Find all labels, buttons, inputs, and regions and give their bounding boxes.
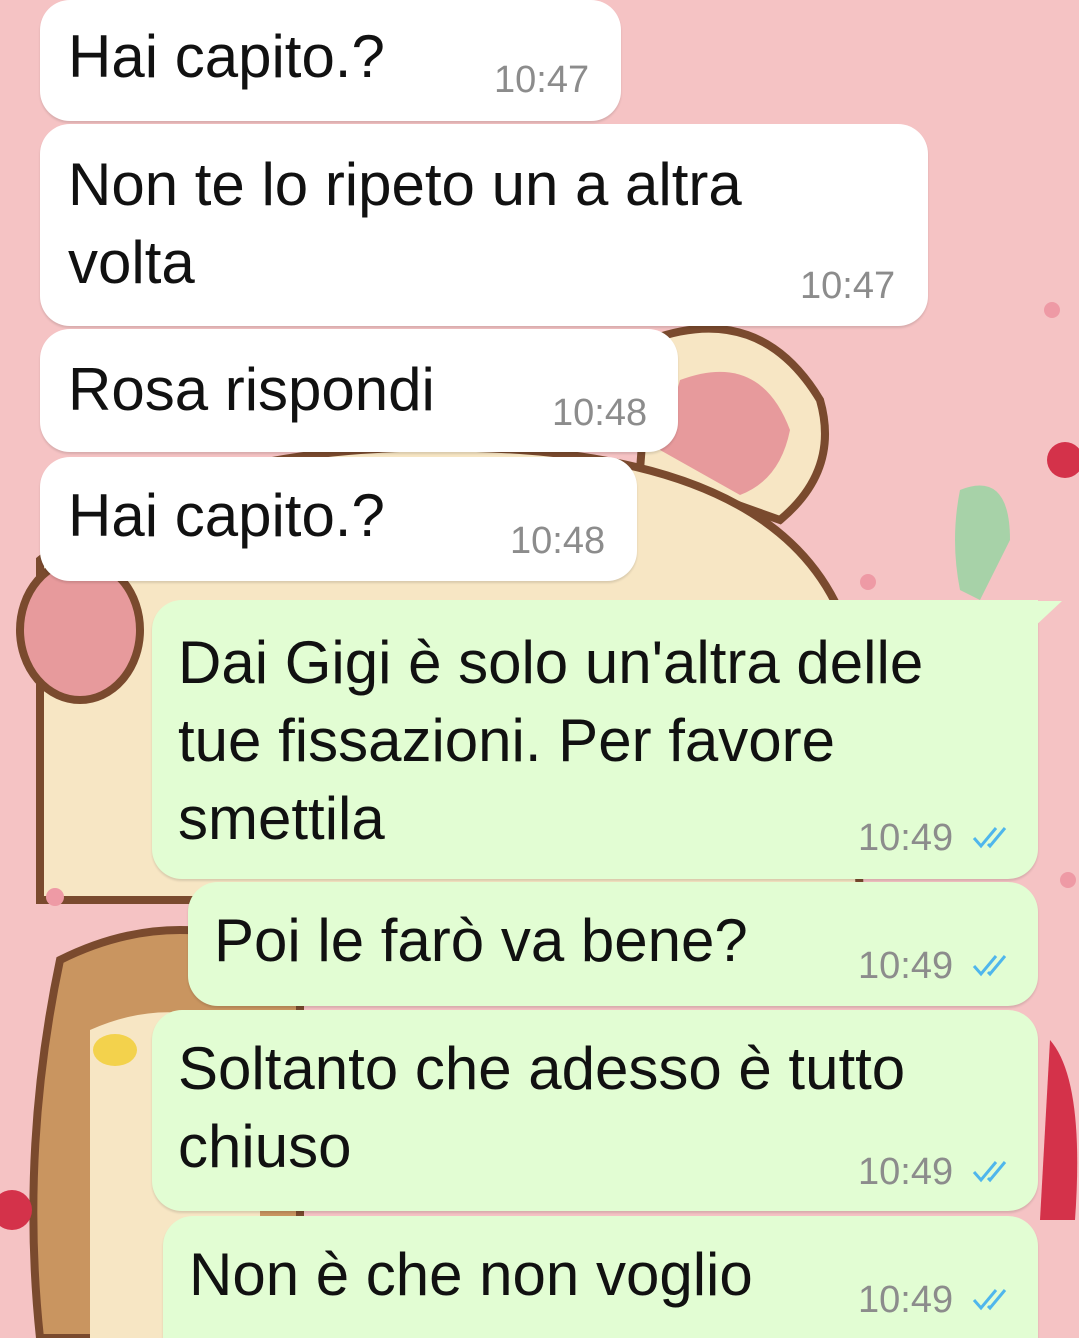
message-timestamp: 10:47	[800, 265, 896, 307]
incoming-message-bubble[interactable]: Rosa rispondi 10:48	[40, 329, 678, 452]
yellow-beak-shape	[93, 1034, 137, 1066]
message-timestamp: 10:47	[494, 59, 590, 101]
incoming-message-bubble[interactable]: Hai capito.? 10:48	[40, 457, 637, 581]
bear-cheek-shape	[16, 556, 144, 704]
read-receipt-icon	[972, 827, 1007, 849]
decor-dot	[1044, 302, 1060, 318]
outgoing-message-bubble[interactable]: Soltanto che adesso è tutto chiuso 10:49	[152, 1010, 1038, 1211]
incoming-message-bubble[interactable]: Non te lo ripeto un a altra volta 10:47	[40, 124, 928, 326]
message-text: Rosa rispondi	[68, 356, 435, 423]
incoming-message-bubble[interactable]: Hai capito.? 10:47	[40, 0, 621, 121]
message-text: Hai capito.?	[68, 23, 385, 90]
message-timestamp: 10:49	[858, 945, 954, 987]
message-text: Non te lo ripeto un a altra volta	[68, 151, 742, 296]
message-timestamp: 10:48	[510, 520, 606, 562]
bubble-tail-shape	[1036, 601, 1062, 626]
message-text: Hai capito.?	[68, 482, 385, 549]
read-receipt-icon	[972, 1161, 1007, 1183]
outgoing-message-bubble[interactable]: Dai Gigi è solo un'altra delle tue fissa…	[152, 600, 1038, 879]
message-text: Poi le farò va bene?	[214, 907, 748, 974]
message-timestamp: 10:49	[858, 817, 954, 859]
read-receipt-icon	[972, 1289, 1007, 1311]
message-text: Non è che non voglio	[189, 1241, 753, 1308]
message-timestamp: 10:49	[858, 1279, 954, 1321]
outgoing-message-bubble[interactable]: Non è che non voglio 10:49	[163, 1216, 1038, 1338]
decor-dot	[46, 888, 64, 906]
outgoing-message-bubble[interactable]: Poi le farò va bene? 10:49	[188, 882, 1038, 1006]
decor-dot	[860, 574, 876, 590]
message-timestamp: 10:48	[552, 392, 648, 434]
message-timestamp: 10:49	[858, 1151, 954, 1193]
decor-dot	[1060, 872, 1076, 888]
read-receipt-icon	[972, 955, 1007, 977]
